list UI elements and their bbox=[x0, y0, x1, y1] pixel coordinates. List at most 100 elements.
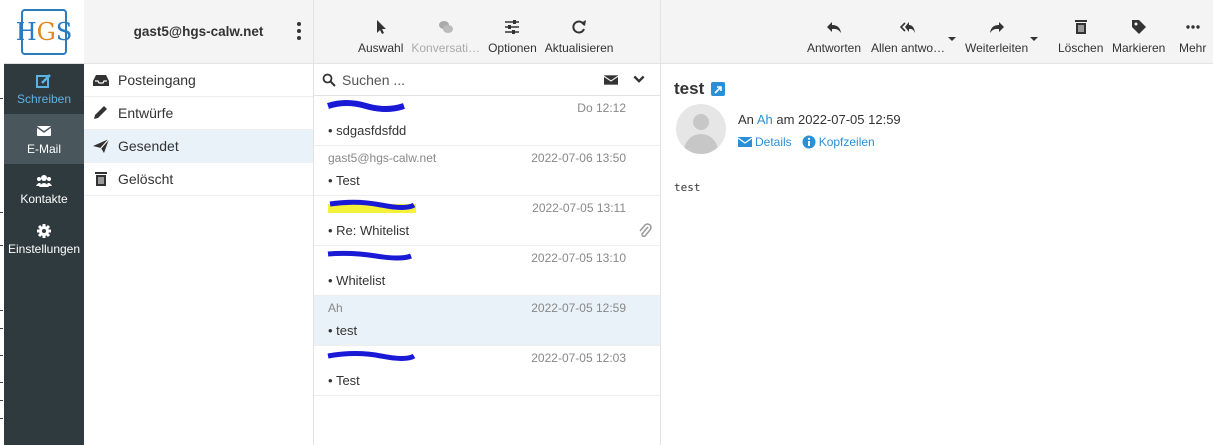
chevron-down-icon[interactable] bbox=[632, 73, 646, 87]
to-prefix: An bbox=[738, 112, 754, 127]
redaction-scribble bbox=[328, 199, 416, 213]
message-subject: • Whitelist bbox=[328, 273, 386, 288]
forward-icon bbox=[989, 22, 1004, 33]
message-date: 2022-07-05 13:11 bbox=[532, 201, 626, 215]
threads-button[interactable]: Konversati… bbox=[407, 19, 484, 63]
message-date: 2022-07-05 12:59 bbox=[531, 301, 626, 315]
message-subject: • Test bbox=[328, 373, 360, 388]
folder-label: Gelöscht bbox=[118, 171, 174, 187]
nav-mail[interactable]: E-Mail bbox=[4, 114, 84, 164]
message-subject: • sdgasfdsfdd bbox=[328, 123, 407, 138]
message-subject: • Test bbox=[328, 173, 360, 188]
account-menu-icon[interactable] bbox=[297, 22, 301, 43]
open-external-icon[interactable] bbox=[711, 82, 726, 96]
message-row[interactable]: Do 12:12 • sdgasfdsfdd bbox=[314, 96, 660, 146]
headers-link[interactable]: Kopfzeilen bbox=[819, 135, 875, 149]
trash-icon bbox=[95, 172, 107, 186]
message-body: test bbox=[674, 181, 701, 194]
sender-avatar bbox=[676, 104, 726, 154]
envelope-icon bbox=[738, 137, 752, 147]
trash-icon bbox=[1074, 20, 1087, 34]
reply-all-button[interactable]: Allen antwo… bbox=[871, 19, 945, 55]
message-date: 2022-07-05 13:10 bbox=[531, 251, 626, 265]
mark-label: Markieren bbox=[1112, 41, 1166, 55]
info-icon bbox=[802, 135, 816, 149]
folder-drafts[interactable]: Entwürfe bbox=[84, 97, 313, 130]
mark-button[interactable]: Markieren bbox=[1112, 19, 1165, 55]
delete-button[interactable]: Löschen bbox=[1058, 19, 1103, 55]
message-list-pane: Auswahl Konversati… Optionen Aktualisier… bbox=[314, 0, 661, 445]
message-subject: • Re: Whitelist bbox=[328, 223, 410, 238]
message-from: Ah bbox=[328, 301, 343, 315]
message-row[interactable]: 2022-07-05 13:11 • Re: Whitelist bbox=[314, 196, 660, 246]
tag-icon bbox=[1131, 20, 1146, 34]
nav-compose-label: Schreiben bbox=[16, 91, 72, 106]
subject-text: test bbox=[674, 79, 705, 98]
paperclip-icon bbox=[639, 223, 652, 238]
redaction-scribble bbox=[327, 250, 412, 261]
search-icon bbox=[322, 73, 336, 87]
message-row[interactable]: 2022-07-05 13:10 • Whitelist bbox=[314, 246, 660, 296]
options-label: Optionen bbox=[488, 41, 537, 55]
nav-settings-label: Einstellungen bbox=[7, 241, 81, 256]
message-subject: • test bbox=[328, 323, 358, 338]
paper-plane-icon bbox=[93, 138, 110, 153]
recipient-link[interactable]: Ah bbox=[757, 112, 773, 127]
threads-label: Konversati… bbox=[411, 41, 481, 55]
sliders-icon bbox=[505, 20, 520, 34]
nav-compose[interactable]: Schreiben bbox=[4, 64, 84, 114]
reading-pane: Antworten Allen antwo… Weiterleiten Lösc… bbox=[661, 0, 1213, 445]
folder-label: Posteingang bbox=[118, 72, 196, 88]
hgs-logo[interactable]: HGS bbox=[4, 0, 84, 64]
reply-label: Antworten bbox=[807, 41, 862, 55]
delete-label: Löschen bbox=[1058, 41, 1104, 55]
message-date: 2022-07-06 13:50 bbox=[531, 151, 626, 165]
folder-sent[interactable]: Gesendet bbox=[84, 130, 313, 163]
main-nav: HGS Schreiben E-Mail Kontakte Einstellun… bbox=[4, 0, 84, 445]
search-input[interactable]: Suchen ... bbox=[342, 72, 405, 88]
more-label: Mehr bbox=[1179, 41, 1207, 55]
reply-all-icon bbox=[900, 22, 916, 33]
cursor-icon bbox=[376, 20, 386, 34]
message-row[interactable]: 2022-07-05 12:03 • Test bbox=[314, 346, 660, 396]
reply-all-dropdown-icon[interactable] bbox=[948, 37, 956, 41]
redaction-scribble bbox=[327, 351, 416, 361]
message-row-selected[interactable]: Ah 2022-07-05 12:59 • test bbox=[314, 296, 660, 346]
refresh-button[interactable]: Aktualisieren bbox=[541, 19, 618, 63]
forward-button[interactable]: Weiterleiten bbox=[965, 19, 1028, 55]
message-date: 2022-07-05 12:03 bbox=[531, 351, 626, 365]
folder-trash[interactable]: Gelöscht bbox=[84, 163, 313, 196]
header-links: Details Kopfzeilen bbox=[738, 135, 875, 149]
roundcube-window: HGS Schreiben E-Mail Kontakte Einstellun… bbox=[0, 0, 1213, 445]
forward-dropdown-icon[interactable] bbox=[1030, 37, 1038, 41]
list-toolbar: Auswahl Konversati… Optionen Aktualisier… bbox=[314, 0, 660, 64]
nav-contacts[interactable]: Kontakte bbox=[4, 164, 84, 214]
folder-inbox[interactable]: Posteingang bbox=[84, 64, 313, 97]
reply-icon bbox=[827, 22, 842, 33]
message-from: gast5@hgs-calw.net bbox=[328, 151, 437, 165]
folder-label: Entwürfe bbox=[118, 105, 174, 121]
envelope-filter-icon[interactable] bbox=[604, 73, 618, 87]
recipient-line: An Ah am 2022-07-05 12:59 bbox=[738, 112, 901, 127]
account-email: gast5@hgs-calw.net bbox=[133, 24, 264, 39]
ellipsis-icon bbox=[1185, 25, 1200, 29]
search-bar[interactable]: Suchen ... bbox=[314, 64, 660, 96]
refresh-icon bbox=[572, 20, 587, 34]
select-button[interactable]: Auswahl bbox=[354, 19, 407, 63]
envelope-icon bbox=[36, 125, 52, 136]
select-label: Auswahl bbox=[358, 41, 404, 55]
comments-icon bbox=[438, 21, 453, 33]
message-date: Do 12:12 bbox=[577, 101, 626, 115]
details-link[interactable]: Details bbox=[755, 135, 792, 149]
message-subject-heading: test bbox=[674, 79, 726, 99]
more-button[interactable]: Mehr bbox=[1179, 19, 1206, 55]
redaction-scribble bbox=[327, 100, 405, 112]
nav-contacts-label: Kontakte bbox=[20, 191, 68, 206]
reply-all-label: Allen antwo… bbox=[871, 41, 946, 55]
nav-settings[interactable]: Einstellungen bbox=[4, 214, 84, 264]
message-row[interactable]: gast5@hgs-calw.net 2022-07-06 13:50 • Te… bbox=[314, 146, 660, 196]
reply-button[interactable]: Antworten bbox=[807, 19, 861, 55]
gear-icon bbox=[37, 223, 51, 238]
options-button[interactable]: Optionen bbox=[484, 19, 541, 63]
users-icon bbox=[36, 174, 52, 187]
